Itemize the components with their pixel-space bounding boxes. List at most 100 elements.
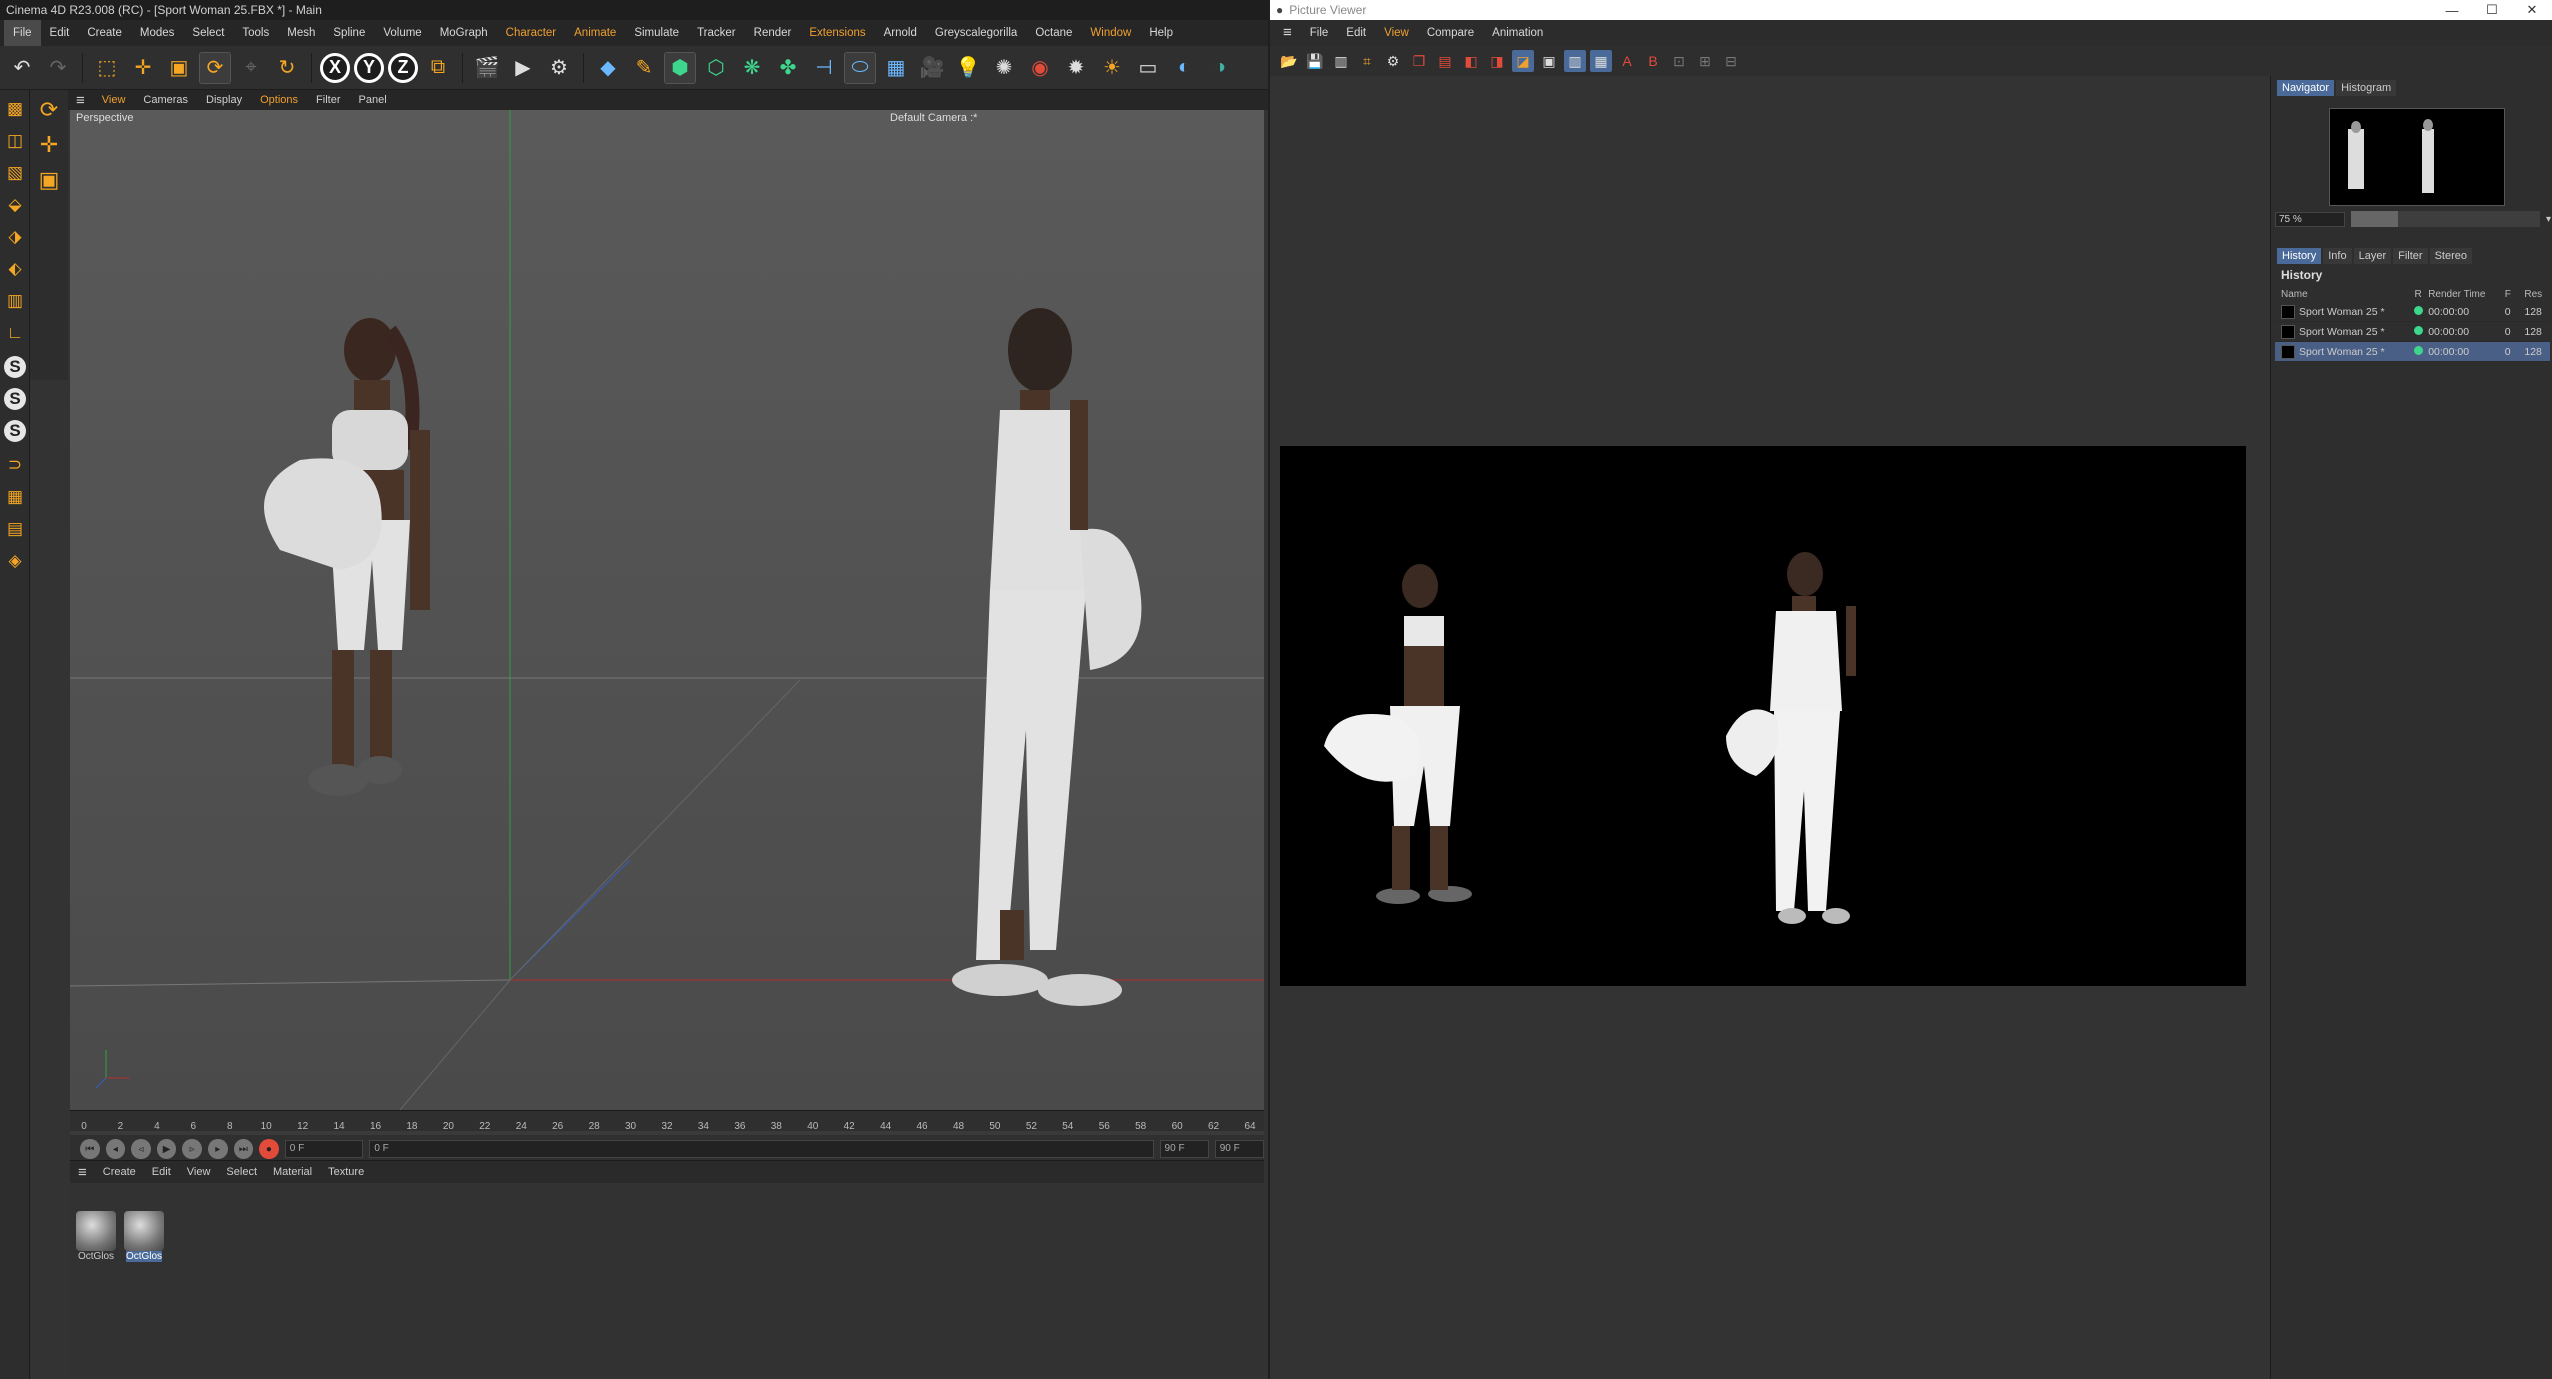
compare-mode-icon[interactable]: ▣ [1538, 50, 1560, 72]
end-frame-field[interactable]: 90 F [1159, 1140, 1209, 1158]
render-icon[interactable]: ⚙ [1382, 50, 1404, 72]
viewport-menu-cameras[interactable]: Cameras [134, 94, 197, 106]
light-icon[interactable]: 💡 [953, 53, 983, 83]
frame-range-slider[interactable]: 0 F [369, 1140, 1154, 1158]
deformer-icon[interactable]: ⊣ [809, 53, 839, 83]
zoom-dropdown-icon[interactable]: ▾ [2546, 214, 2551, 225]
menu-modes[interactable]: Modes [131, 20, 184, 46]
magnet-icon[interactable]: ⊃ [2, 452, 28, 478]
set-a-icon[interactable]: ◧ [1460, 50, 1482, 72]
viewport-menu-view[interactable]: View [93, 94, 135, 106]
menu-help[interactable]: Help [1140, 20, 1182, 46]
tab-filter[interactable]: Filter [2393, 248, 2428, 264]
workplane-icon[interactable]: ▦ [2, 484, 28, 510]
pv-menu-compare[interactable]: Compare [1418, 20, 1483, 46]
render-settings-icon[interactable]: ⚙ [544, 53, 574, 83]
next-key-icon[interactable]: ▸ [207, 1139, 228, 1159]
undo-icon[interactable]: ↶ [7, 53, 37, 83]
points-mode-icon[interactable]: ⬙ [2, 192, 28, 218]
col-name[interactable]: Name [2281, 289, 2414, 300]
material-swatch[interactable]: OctGlos [74, 1211, 118, 1262]
menu-spline[interactable]: Spline [324, 20, 374, 46]
timeline-track[interactable] [70, 1131, 1264, 1135]
tab-navigator[interactable]: Navigator [2277, 80, 2335, 96]
make-editable-icon[interactable]: ▩ [2, 96, 28, 122]
octane-live-viewer-icon[interactable]: ◉ [1025, 53, 1055, 83]
material-hamburger-icon[interactable]: ≡ [70, 1164, 95, 1181]
current-frame-field[interactable]: 0 F [284, 1140, 364, 1158]
menu-file[interactable]: File [4, 20, 41, 46]
minimize-icon[interactable]: — [2432, 0, 2472, 20]
open-icon[interactable]: 📂 [1278, 50, 1300, 72]
octane-options-icon[interactable]: ✹ [1061, 53, 1091, 83]
material-menu-texture[interactable]: Texture [320, 1166, 372, 1178]
perspective-viewport[interactable]: Perspective Default Camera :* [70, 110, 1264, 1110]
polygons-mode-icon[interactable]: ⬖ [2, 256, 28, 282]
tab-layer[interactable]: Layer [2353, 248, 2392, 264]
viewport-menu-options[interactable]: Options [251, 94, 307, 106]
pv-menu-edit[interactable]: Edit [1337, 20, 1375, 46]
pv-menu-file[interactable]: File [1301, 20, 1338, 46]
tab-info[interactable]: Info [2323, 248, 2352, 264]
col-res[interactable]: Res [2524, 289, 2544, 300]
pv-menu-view[interactable]: View [1375, 20, 1418, 46]
material-swatch-selected[interactable]: OctGlos [122, 1211, 166, 1262]
menu-extensions[interactable]: Extensions [800, 20, 874, 46]
snap-icon[interactable]: S [4, 356, 26, 378]
axis-mode-icon[interactable]: ∟ [2, 320, 28, 346]
octane-environment-icon[interactable]: ◐ [1169, 53, 1199, 83]
extrude-icon[interactable]: ⬡ [701, 53, 731, 83]
octane-settings-icon[interactable]: ✺ [989, 53, 1019, 83]
previous-frame-icon[interactable]: ◃ [131, 1139, 151, 1159]
select-tool-icon[interactable]: ⬚ [92, 53, 122, 83]
menu-render[interactable]: Render [745, 20, 801, 46]
play-icon[interactable]: ▶ [156, 1139, 177, 1159]
mograph-fracture-icon[interactable]: ✤ [773, 53, 803, 83]
pv-canvas[interactable] [1270, 76, 2270, 1379]
material-menu-view[interactable]: View [179, 1166, 219, 1178]
octane-daylight-icon[interactable]: ◑ [1205, 53, 1235, 83]
redo-icon[interactable]: ↷ [43, 53, 73, 83]
cloner-icon[interactable]: ❋ [737, 53, 767, 83]
move-tool-icon[interactable]: ✛ [128, 53, 158, 83]
menu-edit[interactable]: Edit [41, 20, 79, 46]
scale-view-icon[interactable]: ▣ [34, 165, 64, 195]
history-row[interactable]: Sport Woman 25 * 00:00:00 0 128 [2275, 322, 2550, 342]
pv-menu-animation[interactable]: Animation [1483, 20, 1552, 46]
menu-mograph[interactable]: MoGraph [431, 20, 497, 46]
render-region-icon[interactable]: ⌗ [1356, 50, 1378, 72]
tab-stereo[interactable]: Stereo [2429, 248, 2472, 264]
copy-icon[interactable]: ❐ [1408, 50, 1430, 72]
z-axis-lock-icon[interactable]: Z [388, 52, 418, 83]
zoom-slider[interactable] [2351, 211, 2540, 227]
split-view-icon[interactable]: ▥ [1564, 50, 1586, 72]
cube-icon[interactable]: ◆ [593, 53, 623, 83]
sky-sun-icon[interactable]: ☀ [1097, 53, 1127, 83]
viewport-menu-filter[interactable]: Filter [307, 94, 349, 106]
x-axis-lock-icon[interactable]: X [320, 52, 350, 83]
fit-icon[interactable]: ⊡ [1668, 50, 1690, 72]
paste-icon[interactable]: ▤ [1434, 50, 1456, 72]
go-to-end-icon[interactable]: ⏭ [233, 1139, 254, 1159]
menu-arnold[interactable]: Arnold [875, 20, 926, 46]
col-f[interactable]: F [2505, 289, 2525, 300]
swap-ab-icon[interactable]: ◪ [1512, 50, 1534, 72]
menu-select[interactable]: Select [183, 20, 233, 46]
move-view-icon[interactable]: ✛ [34, 130, 64, 160]
stop-render-icon[interactable]: ▥ [1330, 50, 1352, 72]
col-render-time[interactable]: Render Time [2428, 289, 2505, 300]
history-row[interactable]: Sport Woman 25 * 00:00:00 0 128 [2275, 302, 2550, 322]
rotate-tool-icon[interactable]: ⟳ [199, 51, 231, 84]
rendered-image[interactable] [1280, 446, 2246, 986]
snap-settings-icon[interactable]: S [4, 388, 26, 410]
menu-character[interactable]: Character [497, 20, 566, 46]
record-icon[interactable]: ● [259, 1139, 279, 1159]
zoom-field[interactable]: 75 % [2275, 211, 2345, 227]
snap-mode-icon[interactable]: S [4, 420, 26, 442]
menu-animate[interactable]: Animate [565, 20, 625, 46]
show-b-icon[interactable]: B [1642, 50, 1664, 72]
next-frame-icon[interactable]: ▹ [182, 1139, 202, 1159]
material-menu-material[interactable]: Material [265, 1166, 320, 1178]
maximize-icon[interactable]: ☐ [2472, 0, 2512, 20]
grid-icon[interactable]: ▤ [2, 516, 28, 542]
